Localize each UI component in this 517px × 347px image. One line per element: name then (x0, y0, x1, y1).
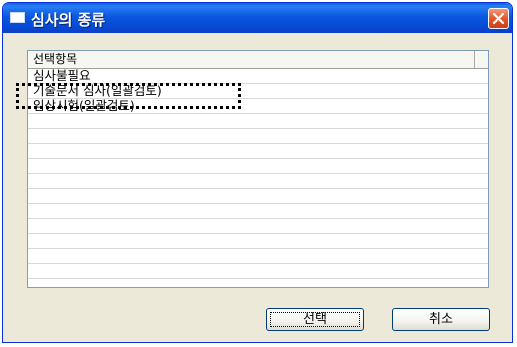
list-item-empty (28, 264, 488, 279)
close-button[interactable] (488, 8, 509, 29)
list-item-empty (28, 204, 488, 219)
window-icon (10, 12, 25, 23)
title-bar[interactable]: 심사의 종류 (3, 3, 512, 33)
list-item-empty (28, 219, 488, 234)
window-title: 심사의 종류 (31, 11, 106, 29)
list-item-empty (28, 144, 488, 159)
selection-focus-rectangle (16, 83, 241, 109)
list-item-empty (28, 189, 488, 204)
column-header-selection-item[interactable]: 선택항목 (30, 51, 475, 68)
list-item-empty (28, 234, 488, 249)
list-item[interactable]: 심사불필요 (28, 69, 488, 84)
cancel-button[interactable]: 취소 (392, 308, 490, 331)
list-item-empty (28, 129, 488, 144)
cancel-button-label: 취소 (429, 312, 453, 327)
close-icon (492, 12, 505, 25)
column-header-filler (476, 51, 488, 68)
button-focus-outline (270, 312, 360, 327)
list-item-empty (28, 249, 488, 264)
dialog-window: 심사의 종류 선택항목 심사불필요 기술문서 심사(일괄검토) 임상시험(일괄검… (2, 2, 513, 343)
select-button[interactable]: 선택 (266, 308, 364, 331)
list-header: 선택항목 (28, 51, 488, 69)
list-item-empty (28, 114, 488, 129)
list-item-empty (28, 174, 488, 189)
list-item-empty (28, 159, 488, 174)
